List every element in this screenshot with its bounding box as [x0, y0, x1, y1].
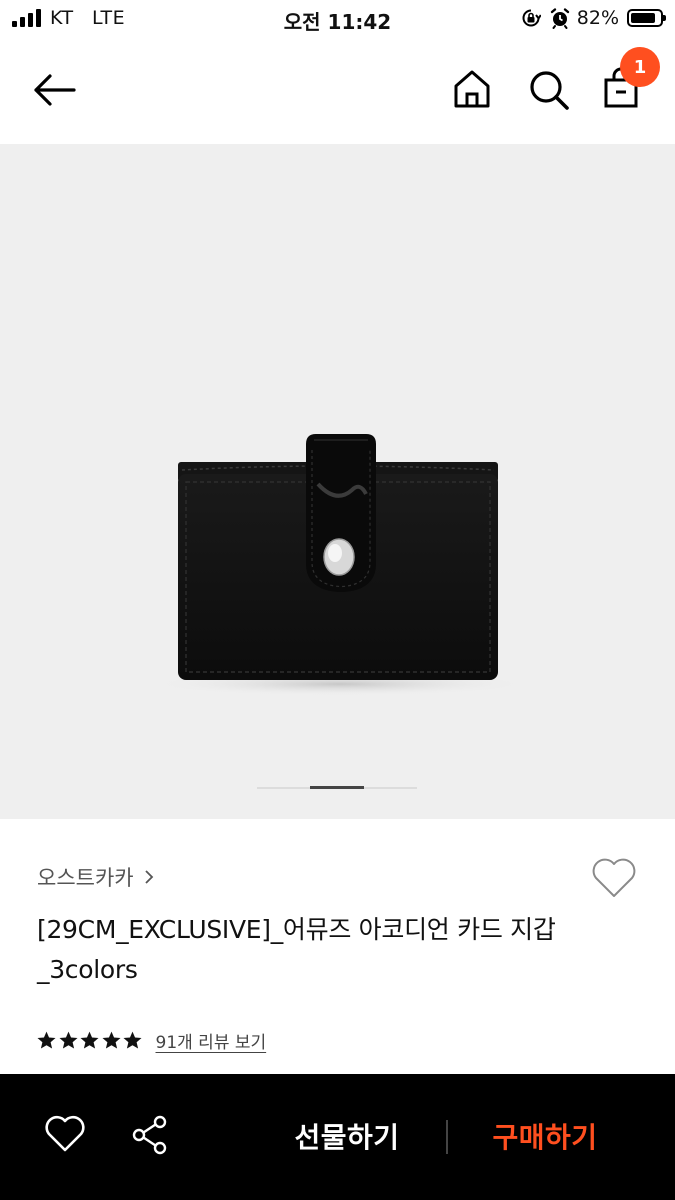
battery-icon	[627, 9, 666, 27]
star-rating	[36, 1030, 144, 1051]
pager-dot	[363, 787, 417, 789]
alarm-icon	[550, 8, 569, 29]
gift-button[interactable]: 선물하기	[272, 1116, 422, 1156]
wishlist-heart-icon[interactable]	[590, 856, 638, 900]
product-title: [29CM_EXCLUSIVE]_어뮤즈 아코디언 카드 지갑_3colors	[37, 915, 556, 984]
star-icon	[101, 1031, 121, 1049]
rating-row: 91개 리뷰 보기	[36, 1028, 266, 1053]
product-image	[150, 434, 530, 696]
reviews-link[interactable]: 91개 리뷰 보기	[156, 1028, 267, 1053]
pager-dot-active	[310, 786, 364, 789]
heart-icon[interactable]	[44, 1114, 86, 1154]
battery-percent: 82%	[576, 7, 619, 29]
share-icon[interactable]	[130, 1114, 172, 1156]
brand-name: 오스트카카	[37, 866, 134, 890]
star-icon	[58, 1031, 78, 1049]
star-icon	[123, 1031, 142, 1049]
cart-count-badge: 1	[620, 47, 660, 87]
brand-link[interactable]: 오스트카카	[37, 862, 154, 892]
top-nav-bar: 1	[0, 40, 675, 144]
star-icon	[37, 1031, 56, 1049]
buy-button[interactable]: 구매하기	[470, 1116, 620, 1156]
back-arrow-icon[interactable]	[30, 68, 80, 112]
orientation-lock-icon	[522, 9, 541, 27]
star-icon	[80, 1031, 99, 1049]
product-image-carousel[interactable]	[0, 144, 675, 819]
divider	[446, 1120, 448, 1154]
search-icon[interactable]	[527, 66, 571, 112]
status-bar: KT LTE 오전 11:42 82%	[0, 0, 675, 40]
home-icon[interactable]	[450, 66, 494, 112]
chevron-right-icon	[144, 870, 153, 884]
bottom-action-bar: 선물하기 구매하기	[0, 1074, 675, 1200]
pager-dot	[257, 787, 311, 789]
image-pager	[257, 786, 417, 789]
